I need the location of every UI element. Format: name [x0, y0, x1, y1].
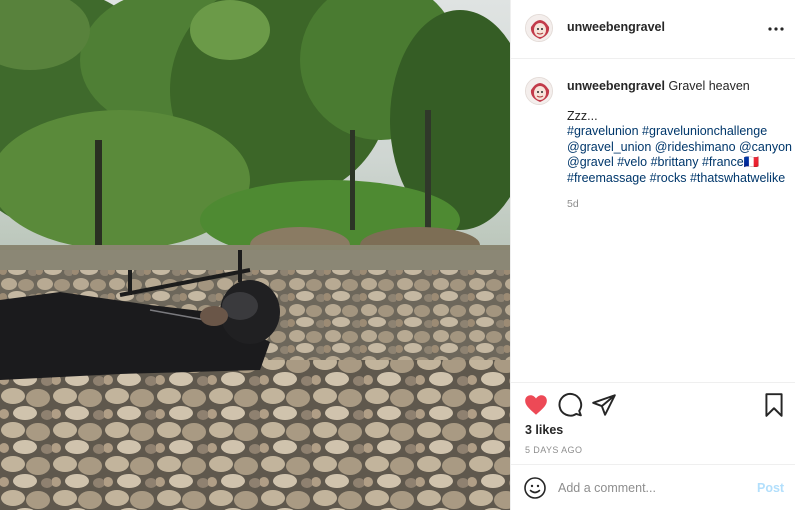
avatar-image [526, 15, 552, 41]
post-dialog: unweebengravel unweebengravel Gravel hea… [0, 0, 795, 510]
add-comment-bar: Post [511, 464, 795, 510]
post-sidebar: unweebengravel unweebengravel Gravel hea… [510, 0, 795, 510]
heart-icon [525, 395, 547, 415]
header-username[interactable]: unweebengravel [567, 20, 665, 34]
post-photo [0, 0, 510, 510]
caption-hashtags: #gravelunion #gravelunionchallenge @grav… [567, 124, 792, 187]
avatar-image [526, 78, 552, 104]
caption-username[interactable]: unweebengravel [567, 79, 665, 93]
caption-timestamp[interactable]: 5d [567, 198, 579, 210]
post-comment-button[interactable]: Post [757, 481, 784, 495]
bookmark-icon [765, 393, 783, 417]
likes-count[interactable]: 3 likes [525, 423, 563, 437]
post-date[interactable]: 5 DAYS AGO [525, 445, 582, 455]
avatar[interactable] [525, 14, 553, 42]
post-actions: 3 likes 5 DAYS AGO [511, 382, 795, 464]
photo-gravel [0, 250, 510, 510]
hashtag-line[interactable]: @gravel #velo #brittany #france🇫🇷 [567, 155, 789, 171]
caption-avatar[interactable] [525, 77, 553, 105]
share-button[interactable] [591, 392, 617, 418]
emoji-icon[interactable] [523, 476, 547, 500]
comment-button[interactable] [557, 392, 583, 418]
caption-text: Gravel heaven [668, 79, 750, 93]
photo-trees [0, 0, 510, 263]
hashtag-line[interactable]: #gravelunion #gravelunionchallenge [567, 124, 789, 140]
comments-area: unweebengravel Gravel heaven Zzz... #gra… [511, 60, 795, 382]
more-horizontal-icon[interactable] [766, 19, 786, 39]
post-header: unweebengravel [511, 0, 795, 59]
share-icon [592, 394, 616, 416]
save-button[interactable] [761, 392, 787, 418]
comment-input[interactable] [558, 477, 743, 499]
hashtag-line[interactable]: #freemassage #rocks #thatswhatwelike [567, 171, 789, 187]
post-caption: unweebengravel Gravel heaven Zzz... #gra… [567, 79, 792, 187]
caption-line: Zzz... [567, 108, 598, 123]
hashtag-line[interactable]: @gravel_union @rideshimano @canyon [567, 140, 792, 156]
like-button[interactable] [523, 392, 549, 418]
comment-icon [558, 392, 583, 417]
